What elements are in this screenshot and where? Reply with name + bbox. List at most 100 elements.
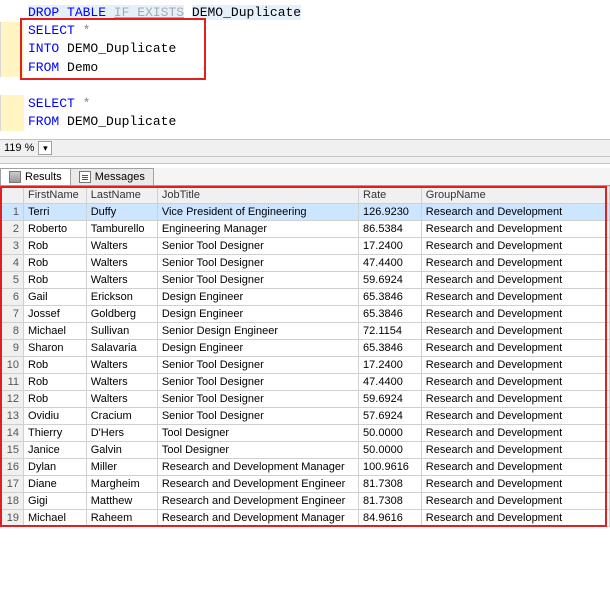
cell-jobtitle[interactable]: Senior Design Engineer xyxy=(157,323,358,340)
tab-messages[interactable]: Messages xyxy=(70,168,154,185)
table-row[interactable]: 18GigiMatthewResearch and Development En… xyxy=(1,493,610,510)
cell-rate[interactable]: 81.7308 xyxy=(359,493,422,510)
cell-groupname[interactable]: Research and Development xyxy=(421,459,609,476)
cell-firstname[interactable]: Gail xyxy=(24,289,87,306)
table-row[interactable]: 7JossefGoldbergDesign Engineer65.3846Res… xyxy=(1,306,610,323)
cell-groupname[interactable]: Research and Development xyxy=(421,323,609,340)
cell-groupname[interactable]: Research and Development xyxy=(421,272,609,289)
cell-jobtitle[interactable]: Research and Development Engineer xyxy=(157,476,358,493)
table-row[interactable]: 1TerriDuffyVice President of Engineering… xyxy=(1,204,610,221)
cell-lastname[interactable]: Sullivan xyxy=(86,323,157,340)
cell-rate[interactable]: 50.0000 xyxy=(359,442,422,459)
cell-lastname[interactable]: Salavaria xyxy=(86,340,157,357)
cell-groupname[interactable]: Research and Development xyxy=(421,221,609,238)
cell-jobtitle[interactable]: Research and Development Manager xyxy=(157,510,358,527)
cell-firstname[interactable]: Ovidiu xyxy=(24,408,87,425)
cell-lastname[interactable]: Raheem xyxy=(86,510,157,527)
col-header-rate[interactable]: Rate xyxy=(359,187,422,204)
cell-jobtitle[interactable]: Design Engineer xyxy=(157,289,358,306)
row-number[interactable]: 13 xyxy=(1,408,24,425)
cell-jobtitle[interactable]: Senior Tool Designer xyxy=(157,357,358,374)
cell-rate[interactable]: 81.7308 xyxy=(359,476,422,493)
cell-firstname[interactable]: Janice xyxy=(24,442,87,459)
cell-lastname[interactable]: Matthew xyxy=(86,493,157,510)
cell-rate[interactable]: 50.0000 xyxy=(359,425,422,442)
cell-groupname[interactable]: Research and Development xyxy=(421,493,609,510)
cell-rate[interactable]: 47.4400 xyxy=(359,255,422,272)
cell-groupname[interactable]: Research and Development xyxy=(421,425,609,442)
cell-jobtitle[interactable]: Design Engineer xyxy=(157,340,358,357)
row-number[interactable]: 8 xyxy=(1,323,24,340)
cell-firstname[interactable]: Roberto xyxy=(24,221,87,238)
cell-jobtitle[interactable]: Design Engineer xyxy=(157,306,358,323)
cell-groupname[interactable]: Research and Development xyxy=(421,289,609,306)
row-number[interactable]: 17 xyxy=(1,476,24,493)
cell-jobtitle[interactable]: Senior Tool Designer xyxy=(157,391,358,408)
table-row[interactable]: 4RobWaltersSenior Tool Designer47.4400Re… xyxy=(1,255,610,272)
cell-rate[interactable]: 84.9616 xyxy=(359,510,422,527)
cell-rate[interactable]: 47.4400 xyxy=(359,374,422,391)
cell-jobtitle[interactable]: Tool Designer xyxy=(157,425,358,442)
col-header-rownum[interactable] xyxy=(1,187,24,204)
row-number[interactable]: 7 xyxy=(1,306,24,323)
cell-firstname[interactable]: Thierry xyxy=(24,425,87,442)
cell-firstname[interactable]: Diane xyxy=(24,476,87,493)
table-row[interactable]: 5RobWaltersSenior Tool Designer59.6924Re… xyxy=(1,272,610,289)
cell-firstname[interactable]: Rob xyxy=(24,255,87,272)
table-row[interactable]: 19MichaelRaheemResearch and Development … xyxy=(1,510,610,527)
cell-jobtitle[interactable]: Engineering Manager xyxy=(157,221,358,238)
table-row[interactable]: 9SharonSalavariaDesign Engineer65.3846Re… xyxy=(1,340,610,357)
row-number[interactable]: 11 xyxy=(1,374,24,391)
table-row[interactable]: 16DylanMillerResearch and Development Ma… xyxy=(1,459,610,476)
table-row[interactable]: 3RobWaltersSenior Tool Designer17.2400Re… xyxy=(1,238,610,255)
cell-firstname[interactable]: Terri xyxy=(24,204,87,221)
cell-jobtitle[interactable]: Senior Tool Designer xyxy=(157,408,358,425)
cell-rate[interactable]: 65.3846 xyxy=(359,306,422,323)
cell-groupname[interactable]: Research and Development xyxy=(421,374,609,391)
table-row[interactable]: 2RobertoTamburelloEngineering Manager86.… xyxy=(1,221,610,238)
cell-rate[interactable]: 100.9616 xyxy=(359,459,422,476)
row-number[interactable]: 12 xyxy=(1,391,24,408)
horizontal-splitter[interactable] xyxy=(0,156,610,164)
results-grid[interactable]: FirstName LastName JobTitle Rate GroupNa… xyxy=(0,186,610,527)
row-number[interactable]: 6 xyxy=(1,289,24,306)
cell-rate[interactable]: 65.3846 xyxy=(359,340,422,357)
table-row[interactable]: 12RobWaltersSenior Tool Designer59.6924R… xyxy=(1,391,610,408)
cell-groupname[interactable]: Research and Development xyxy=(421,510,609,527)
cell-groupname[interactable]: Research and Development xyxy=(421,391,609,408)
table-row[interactable]: 13OvidiuCraciumSenior Tool Designer57.69… xyxy=(1,408,610,425)
table-row[interactable]: 17DianeMargheimResearch and Development … xyxy=(1,476,610,493)
zoom-dropdown-button[interactable]: ▾ xyxy=(38,141,52,155)
cell-rate[interactable]: 86.5384 xyxy=(359,221,422,238)
table-row[interactable]: 8MichaelSullivanSenior Design Engineer72… xyxy=(1,323,610,340)
cell-jobtitle[interactable]: Senior Tool Designer xyxy=(157,374,358,391)
row-number[interactable]: 16 xyxy=(1,459,24,476)
cell-groupname[interactable]: Research and Development xyxy=(421,408,609,425)
table-row[interactable]: 6GailEricksonDesign Engineer65.3846Resea… xyxy=(1,289,610,306)
row-number[interactable]: 3 xyxy=(1,238,24,255)
cell-rate[interactable]: 17.2400 xyxy=(359,238,422,255)
cell-lastname[interactable]: Walters xyxy=(86,272,157,289)
cell-lastname[interactable]: Walters xyxy=(86,255,157,272)
cell-lastname[interactable]: D'Hers xyxy=(86,425,157,442)
cell-groupname[interactable]: Research and Development xyxy=(421,204,609,221)
cell-lastname[interactable]: Duffy xyxy=(86,204,157,221)
row-number[interactable]: 10 xyxy=(1,357,24,374)
cell-rate[interactable]: 59.6924 xyxy=(359,272,422,289)
cell-rate[interactable]: 65.3846 xyxy=(359,289,422,306)
cell-lastname[interactable]: Tamburello xyxy=(86,221,157,238)
tab-results[interactable]: Results xyxy=(0,168,71,185)
cell-lastname[interactable]: Erickson xyxy=(86,289,157,306)
cell-groupname[interactable]: Research and Development xyxy=(421,238,609,255)
cell-jobtitle[interactable]: Vice President of Engineering xyxy=(157,204,358,221)
cell-lastname[interactable]: Miller xyxy=(86,459,157,476)
cell-jobtitle[interactable]: Senior Tool Designer xyxy=(157,238,358,255)
row-number[interactable]: 5 xyxy=(1,272,24,289)
cell-lastname[interactable]: Margheim xyxy=(86,476,157,493)
cell-lastname[interactable]: Cracium xyxy=(86,408,157,425)
row-number[interactable]: 9 xyxy=(1,340,24,357)
row-number[interactable]: 15 xyxy=(1,442,24,459)
cell-jobtitle[interactable]: Tool Designer xyxy=(157,442,358,459)
cell-jobtitle[interactable]: Research and Development Engineer xyxy=(157,493,358,510)
cell-firstname[interactable]: Gigi xyxy=(24,493,87,510)
